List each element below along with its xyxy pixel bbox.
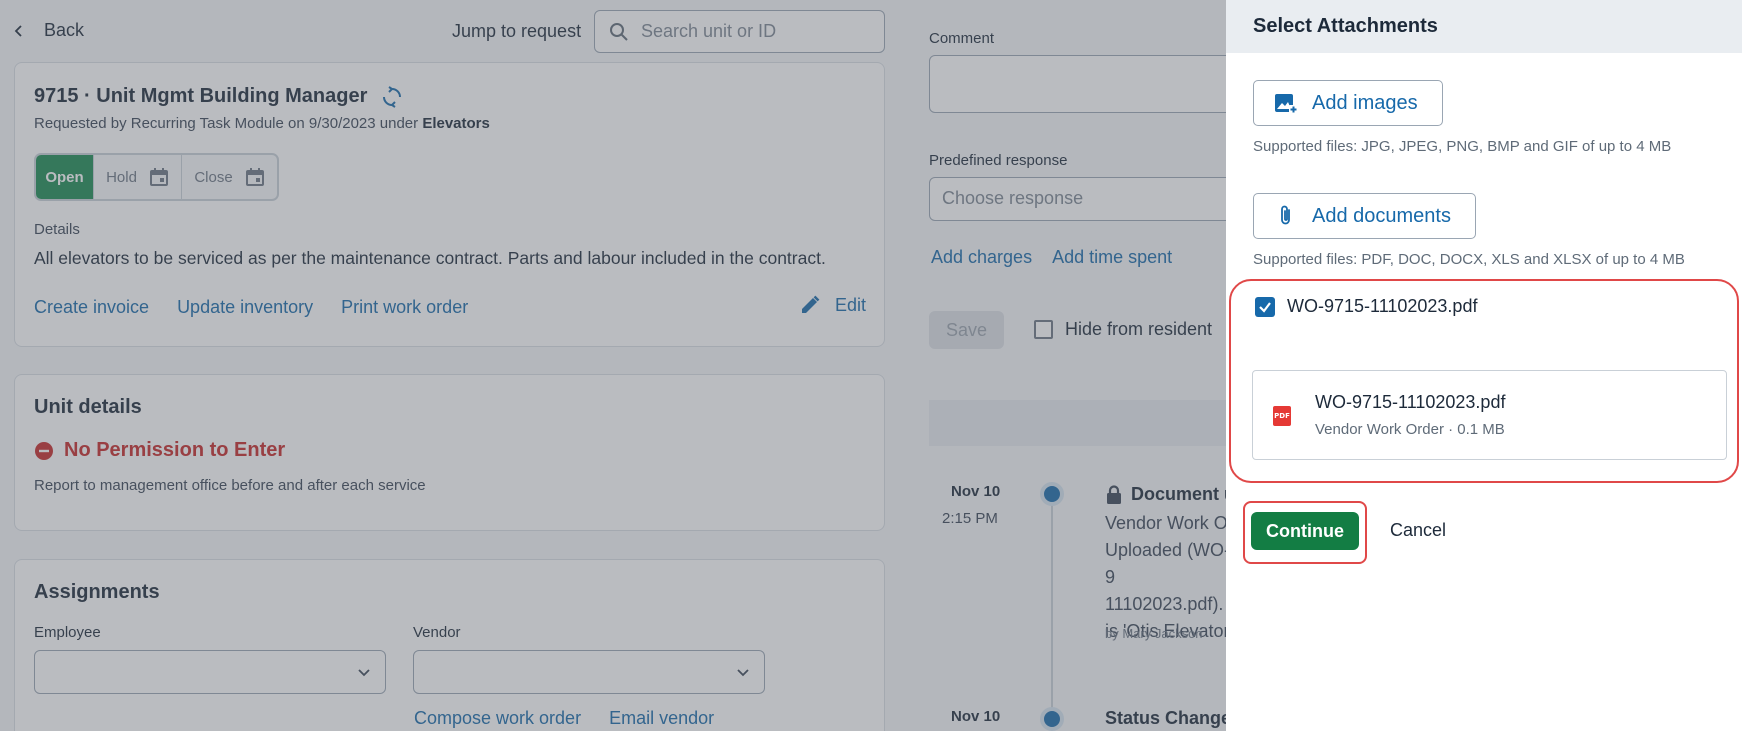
add-image-icon xyxy=(1275,94,1298,114)
modal-backdrop[interactable] xyxy=(0,0,1226,731)
continue-button[interactable]: Continue xyxy=(1251,512,1359,550)
paperclip-icon xyxy=(1281,205,1290,225)
drawer-title: Select Attachments xyxy=(1226,0,1742,53)
add-images-label: Add images xyxy=(1312,91,1418,114)
select-attachments-drawer: Select Attachments Add images Supported … xyxy=(1226,0,1742,731)
images-supported-note: Supported files: JPG, JPEG, PNG, BMP and… xyxy=(1253,138,1672,155)
selected-file-name: WO-9715-11102023.pdf xyxy=(1287,296,1478,316)
pdf-file-icon: PDF xyxy=(1273,406,1291,426)
check-icon xyxy=(1259,301,1271,313)
add-documents-button[interactable]: Add documents xyxy=(1253,193,1476,239)
cancel-button[interactable]: Cancel xyxy=(1390,520,1446,541)
attachment-file-name: WO-9715-11102023.pdf xyxy=(1315,392,1506,412)
attachment-file-meta: Vendor Work Order · 0.1 MB xyxy=(1315,421,1505,438)
checkbox-checked xyxy=(1255,296,1275,317)
add-documents-label: Add documents xyxy=(1312,204,1451,227)
add-images-button[interactable]: Add images xyxy=(1253,80,1443,126)
file-select-checkbox[interactable]: WO-9715-11102023.pdf xyxy=(1255,296,1477,317)
documents-supported-note: Supported files: PDF, DOC, DOCX, XLS and… xyxy=(1253,251,1685,268)
attachment-file-card: PDF WO-9715-11102023.pdf Vendor Work Ord… xyxy=(1252,370,1727,460)
